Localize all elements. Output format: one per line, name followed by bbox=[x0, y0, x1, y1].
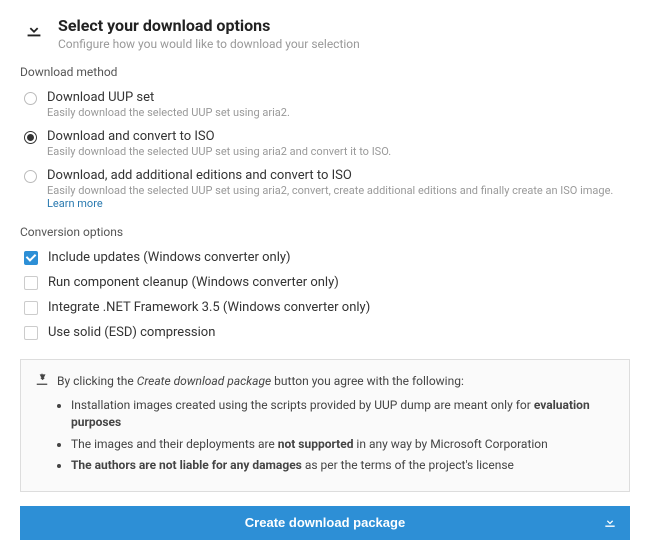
radio-icon bbox=[24, 170, 37, 183]
download-method-option-uup[interactable]: Download UUP set Easily download the sel… bbox=[20, 85, 630, 124]
download-method-option-iso[interactable]: Download and convert to ISO Easily downl… bbox=[20, 124, 630, 163]
download-method-option-editions[interactable]: Download, add additional editions and co… bbox=[20, 163, 630, 215]
checkbox-icon bbox=[24, 251, 38, 265]
download-icon bbox=[20, 16, 48, 40]
create-download-package-button[interactable]: Create download package bbox=[20, 506, 630, 540]
option-title: Use solid (ESD) compression bbox=[48, 325, 215, 340]
checkbox-icon bbox=[24, 326, 38, 340]
option-desc: Easily download the selected UUP set usi… bbox=[47, 184, 630, 210]
agreement-notice: By clicking the Create download package … bbox=[20, 359, 630, 492]
notice-bullet-1: Installation images created using the sc… bbox=[71, 397, 615, 432]
scale-icon bbox=[35, 372, 49, 389]
option-title: Download, add additional editions and co… bbox=[47, 168, 630, 183]
notice-intro: By clicking the Create download package … bbox=[57, 374, 464, 388]
conversion-option-esd[interactable]: Use solid (ESD) compression bbox=[20, 320, 630, 345]
notice-bullet-3: The authors are not liable for any damag… bbox=[71, 457, 615, 474]
option-title: Download UUP set bbox=[47, 90, 290, 105]
radio-icon bbox=[24, 131, 37, 144]
download-icon bbox=[602, 513, 618, 532]
option-title: Integrate .NET Framework 3.5 (Windows co… bbox=[48, 300, 370, 315]
conversion-options-label: Conversion options bbox=[20, 225, 630, 239]
option-desc: Easily download the selected UUP set usi… bbox=[47, 106, 290, 119]
download-method-label: Download method bbox=[20, 65, 630, 79]
conversion-option-cleanup[interactable]: Run component cleanup (Windows converter… bbox=[20, 270, 630, 295]
option-desc: Easily download the selected UUP set usi… bbox=[47, 145, 391, 158]
option-title: Run component cleanup (Windows converter… bbox=[48, 275, 339, 290]
page-header: Select your download options Configure h… bbox=[20, 16, 630, 51]
page-subtitle: Configure how you would like to download… bbox=[58, 37, 360, 51]
learn-more-link[interactable]: Learn more bbox=[47, 197, 103, 210]
notice-bullet-2: The images and their deployments are not… bbox=[71, 436, 615, 453]
button-label: Create download package bbox=[245, 515, 405, 530]
page-title: Select your download options bbox=[58, 16, 360, 35]
radio-icon bbox=[24, 92, 37, 105]
conversion-option-updates[interactable]: Include updates (Windows converter only) bbox=[20, 245, 630, 270]
option-title: Download and convert to ISO bbox=[47, 129, 391, 144]
checkbox-icon bbox=[24, 301, 38, 315]
checkbox-icon bbox=[24, 276, 38, 290]
conversion-option-dotnet[interactable]: Integrate .NET Framework 3.5 (Windows co… bbox=[20, 295, 630, 320]
option-title: Include updates (Windows converter only) bbox=[48, 250, 291, 265]
